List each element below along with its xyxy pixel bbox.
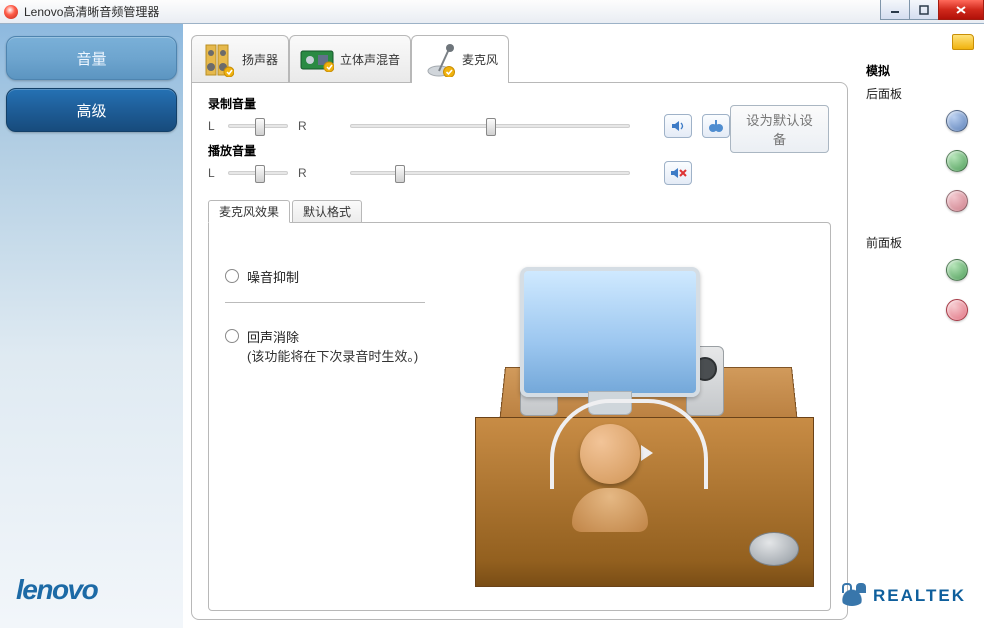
close-icon (955, 5, 967, 15)
front-jack-headphone[interactable] (946, 259, 968, 281)
sidebar-item-volume[interactable]: 音量 (6, 36, 177, 80)
microphone-illustration (437, 239, 814, 594)
device-tab-label: 立体声混音 (340, 51, 400, 68)
front-panel-label: 前面板 (866, 234, 974, 251)
recording-volume-slider[interactable] (350, 124, 630, 128)
sidebar-item-label: 音量 (76, 48, 106, 69)
radio-icon (225, 329, 239, 343)
playback-mute-button[interactable] (664, 161, 692, 185)
maximize-button[interactable] (909, 0, 939, 20)
rear-jack-mic[interactable] (946, 190, 968, 212)
sidebar-item-advanced[interactable]: 高级 (6, 88, 177, 132)
option-echo-cancellation[interactable]: 回声消除 (该功能将在下次录音时生效。) (225, 327, 425, 365)
playback-volume-slider[interactable] (350, 171, 630, 175)
sidebar-item-label: 高级 (76, 100, 106, 121)
subtab-default-format[interactable]: 默认格式 (292, 200, 362, 223)
device-tabs: 扬声器 立体声混音 麦克风 (191, 34, 856, 82)
app-icon (4, 5, 18, 19)
connector-panel: 模拟 后面板 前面板 REALTEK (856, 24, 984, 628)
option-note: (该功能将在下次录音时生效。) (247, 346, 418, 365)
mic-effects-options: 噪音抑制 回声消除 (该功能将在下次录音时生效。) (225, 239, 425, 594)
balance-l-label: L (208, 166, 218, 180)
balance-r-label: R (298, 166, 308, 180)
device-tab-label: 扬声器 (242, 51, 278, 68)
maximize-icon (919, 5, 929, 15)
playback-balance-slider[interactable] (228, 171, 288, 175)
desk-mic-icon (749, 532, 799, 566)
radio-icon (225, 269, 239, 283)
sidebar: 音量 高级 lenovo (0, 24, 183, 628)
option-noise-suppression[interactable]: 噪音抑制 (225, 267, 425, 303)
device-tab-label: 麦克风 (462, 51, 498, 68)
device-tab-microphone[interactable]: 麦克风 (411, 35, 509, 83)
rear-jacks (866, 110, 974, 212)
front-jack-mic[interactable] (946, 299, 968, 321)
sound-muted-icon (669, 166, 687, 180)
balance-l-label: L (208, 119, 218, 133)
recording-mute-button[interactable] (664, 114, 692, 138)
realtek-text: REALTEK (873, 586, 966, 606)
set-default-device-button[interactable]: 设为默认设备 (730, 105, 829, 153)
recording-volume-title: 录制音量 (208, 95, 730, 112)
option-label: 噪音抑制 (247, 267, 299, 286)
mic-boost-icon (707, 118, 725, 134)
device-tab-speakers[interactable]: 扬声器 (191, 35, 289, 83)
close-button[interactable] (938, 0, 984, 20)
realtek-crab-icon (839, 586, 865, 606)
device-advanced-settings-button[interactable] (952, 34, 974, 50)
speaker-icon (202, 43, 236, 77)
recording-balance-slider[interactable] (228, 124, 288, 128)
subtab-panel: 噪音抑制 回声消除 (该功能将在下次录音时生效。) (208, 222, 831, 611)
subtab-mic-effects[interactable]: 麦克风效果 (208, 200, 290, 223)
minimize-button[interactable] (880, 0, 910, 20)
device-tab-stereo-mix[interactable]: 立体声混音 (289, 35, 411, 83)
rear-jack-line-out[interactable] (946, 150, 968, 172)
monitor-icon (520, 267, 700, 397)
main-panel: 扬声器 立体声混音 麦克风 录制音量 (183, 24, 856, 628)
microphone-icon (422, 43, 456, 77)
rear-jack-line-in[interactable] (946, 110, 968, 132)
balance-r-label: R (298, 119, 308, 133)
option-label: 回声消除 (247, 327, 418, 346)
recording-boost-button[interactable] (702, 114, 730, 138)
subtab-label: 麦克风效果 (219, 205, 279, 219)
person-head-icon (580, 424, 640, 484)
device-panel: 录制音量 L R (191, 82, 848, 620)
rear-panel-label: 后面板 (866, 85, 974, 102)
subtab-label: 默认格式 (303, 205, 351, 219)
realtek-logo: REALTEK (839, 586, 966, 606)
soundcard-icon (300, 43, 334, 77)
front-jacks (866, 259, 974, 321)
window-title: Lenovo高清晰音频管理器 (24, 3, 159, 20)
sound-on-icon (670, 119, 686, 133)
title-bar: Lenovo高清晰音频管理器 (0, 0, 984, 24)
playback-volume-title: 播放音量 (208, 142, 730, 159)
analog-section-title: 模拟 (866, 62, 974, 79)
minimize-icon (890, 5, 900, 15)
sub-tabs: 麦克风效果 默认格式 (208, 199, 831, 222)
set-default-device-label: 设为默认设备 (746, 113, 813, 147)
window-controls (881, 0, 984, 20)
lenovo-logo: lenovo (16, 574, 97, 606)
